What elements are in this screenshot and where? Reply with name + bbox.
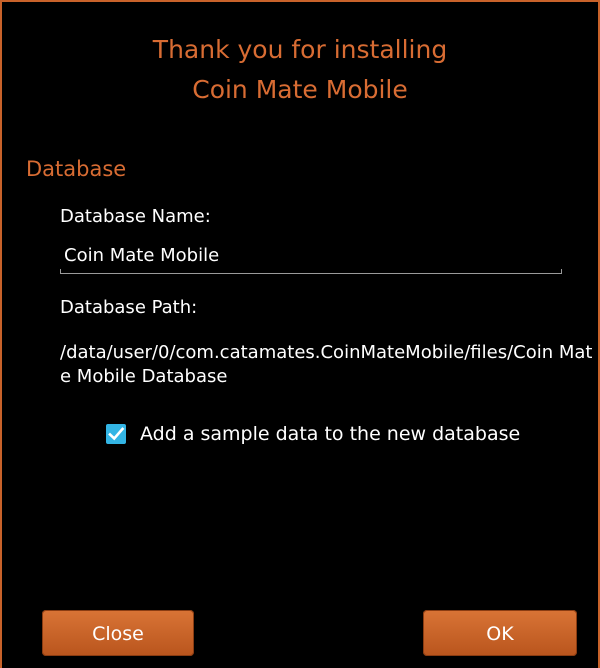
section-header-database: Database: [26, 157, 127, 181]
title-line-1: Thank you for installing: [152, 35, 448, 64]
ok-button[interactable]: OK: [423, 610, 577, 656]
check-icon: [108, 427, 125, 441]
close-button[interactable]: Close: [42, 610, 194, 656]
database-name-input[interactable]: [60, 236, 562, 274]
sample-data-checkbox[interactable]: [106, 424, 126, 444]
database-path-label: Database Path:: [60, 297, 198, 318]
title-line-2: Coin Mate Mobile: [192, 75, 408, 104]
sample-data-checkbox-label: Add a sample data to the new database: [140, 423, 521, 445]
database-path-value: /data/user/0/com.catamates.CoinMateMobil…: [60, 342, 593, 387]
dialog-title: Thank you for installing Coin Mate Mobil…: [2, 30, 598, 110]
sample-data-checkbox-row[interactable]: Add a sample data to the new database: [106, 423, 520, 445]
input-underline: [60, 269, 562, 274]
install-dialog: Thank you for installing Coin Mate Mobil…: [0, 0, 600, 668]
database-name-label: Database Name:: [60, 206, 211, 227]
